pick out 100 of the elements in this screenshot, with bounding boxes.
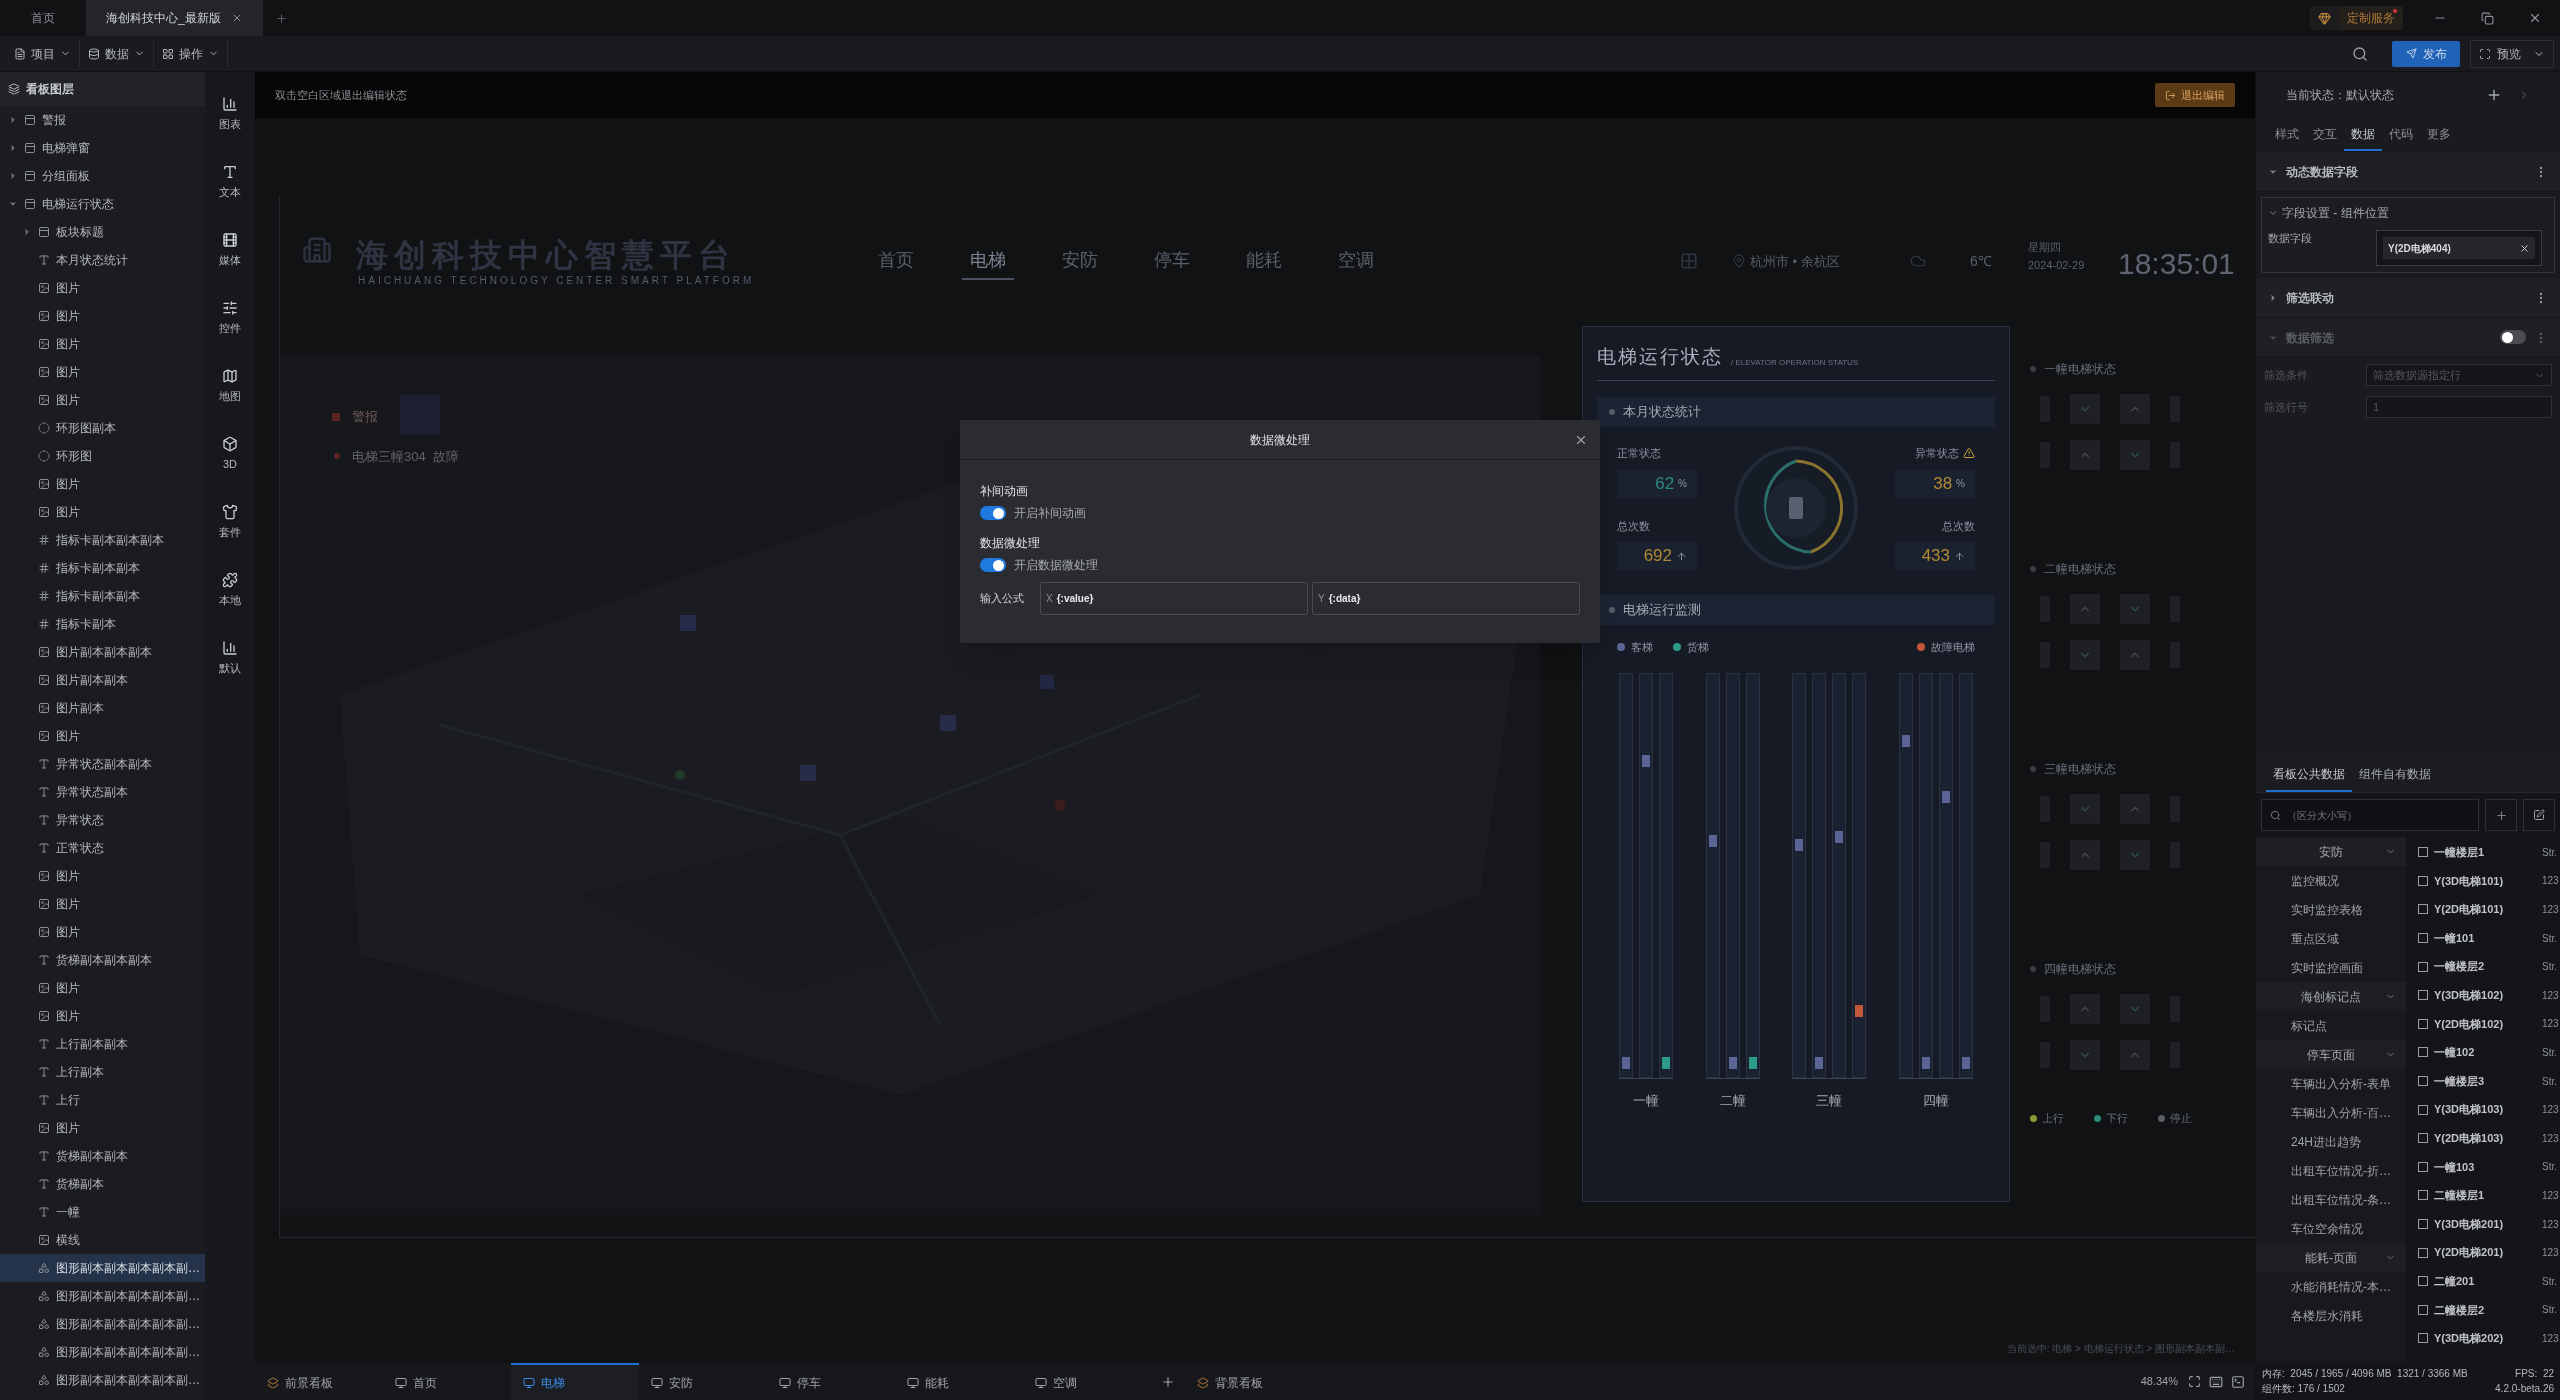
checkbox[interactable]	[2418, 1304, 2428, 1315]
checkbox[interactable]	[2418, 904, 2428, 915]
widget-category-button[interactable]: 媒体	[208, 222, 252, 278]
window-tab[interactable]: 首页	[0, 0, 86, 36]
category-item[interactable]: 水能消耗情况-本…	[2256, 1272, 2406, 1301]
layer-item[interactable]: 图片副本副本副本	[0, 638, 205, 666]
checkbox[interactable]	[2418, 1247, 2428, 1258]
checkbox[interactable]	[2418, 933, 2428, 944]
category-header[interactable]: 海创标记点	[2256, 982, 2406, 1011]
layer-item[interactable]: 货梯副本副本副本	[0, 946, 205, 974]
search-icon[interactable]	[2352, 45, 2368, 62]
layer-item[interactable]: 警报	[0, 106, 205, 134]
layer-item[interactable]: 正常状态	[0, 834, 205, 862]
layer-item[interactable]: 分组面板	[0, 162, 205, 190]
page-tab[interactable]: 背景看板	[1185, 1363, 1313, 1400]
layer-item[interactable]: 本月状态统计	[0, 246, 205, 274]
category-item[interactable]: 24H进出趋势	[2256, 1127, 2406, 1156]
panel-tab[interactable]: 代码	[2382, 119, 2420, 151]
category-item[interactable]: 出租车位情况-折…	[2256, 1156, 2406, 1185]
layer-item[interactable]: 图片	[0, 470, 205, 498]
checkbox[interactable]	[2418, 1076, 2428, 1087]
category-item[interactable]: 车辆出入分析-表单	[2256, 1069, 2406, 1098]
category-item[interactable]: 出租车位情况-条…	[2256, 1185, 2406, 1214]
formula-field[interactable]: Y {:data}	[1312, 582, 1580, 615]
category-item[interactable]: 监控概况	[2256, 866, 2406, 895]
caret-right-icon[interactable]	[8, 171, 18, 181]
close-icon[interactable]	[2528, 11, 2542, 25]
publish-button[interactable]: 发布	[2392, 40, 2460, 67]
caret-down-icon[interactable]	[8, 199, 18, 209]
checkbox[interactable]	[2418, 847, 2428, 858]
layer-item[interactable]: 异常状态副本副本	[0, 750, 205, 778]
widget-category-button[interactable]: 默认	[208, 630, 252, 686]
layer-item[interactable]: 图形副本副本副本副本副…	[0, 1254, 205, 1282]
checkbox[interactable]	[2418, 1276, 2428, 1287]
page-tab[interactable]: 前景看板	[255, 1363, 383, 1400]
page-tab[interactable]: 电梯	[511, 1363, 639, 1400]
layer-item[interactable]: 图形副本副本副本副本副…	[0, 1310, 205, 1338]
layer-item[interactable]: 货梯副本	[0, 1170, 205, 1198]
page-tab[interactable]: 首页	[383, 1363, 511, 1400]
panel-tab[interactable]: 交互	[2306, 119, 2344, 151]
menu-button[interactable]: 操作	[154, 40, 228, 67]
remove-icon[interactable]	[2519, 242, 2530, 254]
caret-right-icon[interactable]	[2268, 292, 2278, 303]
add-page-icon[interactable]	[1161, 1374, 1175, 1389]
layer-item[interactable]: 上行	[0, 1086, 205, 1114]
checkbox[interactable]	[2418, 1104, 2428, 1115]
layer-item[interactable]: 图片	[0, 974, 205, 1002]
data-tab[interactable]: 组件自有数据	[2352, 758, 2438, 792]
layer-item[interactable]: 图片	[0, 722, 205, 750]
layer-item[interactable]: 异常状态	[0, 806, 205, 834]
layer-item[interactable]: 上行副本	[0, 1058, 205, 1086]
chevron-down-icon[interactable]	[2268, 208, 2278, 218]
layer-item[interactable]: 图片	[0, 1114, 205, 1142]
layer-item[interactable]: 图片	[0, 302, 205, 330]
layer-item[interactable]: 图片	[0, 918, 205, 946]
layer-item[interactable]: 环形图	[0, 442, 205, 470]
checkbox[interactable]	[2418, 1133, 2428, 1144]
layer-item[interactable]: 电梯弹窗	[0, 134, 205, 162]
page-tab[interactable]: 空调	[1023, 1363, 1151, 1400]
checkbox[interactable]	[2418, 1333, 2428, 1344]
widget-category-button[interactable]: 控件	[208, 290, 252, 346]
layer-item[interactable]: 横线	[0, 1226, 205, 1254]
caret-right-icon[interactable]	[22, 227, 32, 237]
layer-item[interactable]: 图片	[0, 386, 205, 414]
checkbox[interactable]	[2418, 1161, 2428, 1172]
widget-category-button[interactable]: 图表	[208, 86, 252, 142]
layer-item[interactable]: 图片	[0, 1002, 205, 1030]
toggle-switch[interactable]	[980, 506, 1006, 520]
category-item[interactable]: 重点区域	[2256, 924, 2406, 953]
preview-button[interactable]: 预览	[2470, 39, 2554, 68]
service-button[interactable]: 定制服务	[2310, 6, 2403, 30]
layer-item[interactable]: 电梯运行状态	[0, 190, 205, 218]
category-item[interactable]: 车辆出入分析-百…	[2256, 1098, 2406, 1127]
category-header[interactable]: 能耗-页面	[2256, 1243, 2406, 1272]
panel-tab[interactable]: 更多	[2420, 119, 2458, 151]
widget-category-button[interactable]: 套件	[208, 494, 252, 550]
page-tab[interactable]: 能耗	[895, 1363, 1023, 1400]
widget-category-button[interactable]: 本地	[208, 562, 252, 618]
menu-button[interactable]: 项目	[6, 40, 80, 67]
menu-button[interactable]: 数据	[80, 40, 154, 67]
keyboard-icon[interactable]	[2209, 1374, 2223, 1389]
fit-screen-icon[interactable]	[2188, 1375, 2201, 1388]
layer-item[interactable]: 指标卡副本副本	[0, 554, 205, 582]
edit-button[interactable]	[2523, 799, 2555, 831]
window-tab[interactable]: 海创科技中心_最新版	[86, 0, 263, 36]
layer-item[interactable]: 图形副本副本副本副本副…	[0, 1338, 205, 1366]
restore-icon[interactable]	[2481, 11, 2494, 25]
layer-item[interactable]: 图片副本副本	[0, 666, 205, 694]
formula-field[interactable]: X {:value}	[1040, 582, 1308, 615]
layer-item[interactable]: 图片	[0, 862, 205, 890]
layer-item[interactable]: 异常状态副本	[0, 778, 205, 806]
layer-item[interactable]: 图片	[0, 330, 205, 358]
category-item[interactable]: 实时监控画面	[2256, 953, 2406, 982]
layer-item[interactable]: 板块标题	[0, 218, 205, 246]
field-select[interactable]: Y(2D电梯404)	[2376, 230, 2542, 266]
checkbox[interactable]	[2418, 961, 2428, 972]
layer-item[interactable]: 指标卡副本副本副本	[0, 526, 205, 554]
category-item[interactable]: 各楼层水消耗	[2256, 1301, 2406, 1330]
nav-tab[interactable]: 电梯	[962, 247, 1014, 280]
toggle-switch[interactable]	[2500, 330, 2526, 344]
